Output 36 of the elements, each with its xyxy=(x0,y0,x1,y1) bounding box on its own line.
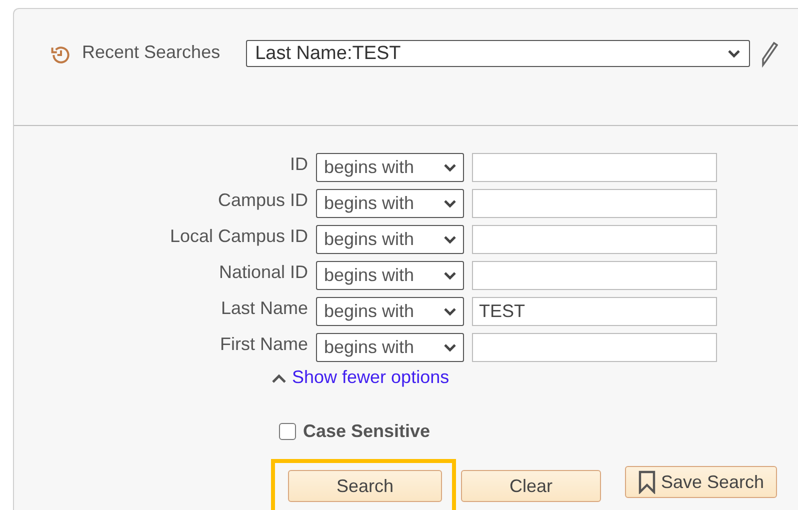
action-button[interactable]: Search xyxy=(288,470,442,502)
chevron-down-icon xyxy=(443,198,457,208)
criteria-input[interactable]: TEST xyxy=(472,297,717,326)
operator-dropdown[interactable]: begins with xyxy=(316,225,464,254)
criteria-input[interactable] xyxy=(472,333,717,362)
field-label: ID xyxy=(289,154,308,175)
criteria-input[interactable] xyxy=(472,225,717,254)
case-sensitive-label: Case Sensitive xyxy=(303,421,430,442)
field-label: Local Campus ID xyxy=(168,226,308,247)
case-sensitive-checkbox[interactable] xyxy=(279,423,296,440)
chevron-down-icon xyxy=(727,48,742,58)
chevron-down-icon xyxy=(443,342,457,352)
field-label: Last Name xyxy=(220,298,308,319)
history-icon xyxy=(50,44,72,66)
chevron-down-icon xyxy=(443,306,457,316)
show-fewer-options-link[interactable]: Show fewer options xyxy=(292,367,450,388)
field-label: First Name xyxy=(218,334,308,355)
operator-dropdown[interactable]: begins with xyxy=(316,189,464,218)
operator-dropdown[interactable]: begins with xyxy=(316,153,464,182)
chevron-down-icon xyxy=(443,270,457,280)
recent-searches-label: Recent Searches xyxy=(82,42,220,63)
recent-searches-dropdown[interactable]: Last Name:TEST xyxy=(246,40,750,67)
pencil-icon[interactable] xyxy=(760,40,778,68)
action-button[interactable]: Clear xyxy=(461,470,601,502)
chevron-down-icon xyxy=(443,162,457,172)
save-search-button[interactable]: Save Search xyxy=(625,466,777,498)
field-label: Campus ID xyxy=(216,190,308,211)
operator-dropdown[interactable]: begins with xyxy=(316,261,464,290)
field-label: National ID xyxy=(218,262,308,283)
operator-dropdown[interactable]: begins with xyxy=(316,333,464,362)
criteria-input[interactable] xyxy=(472,261,717,290)
operator-dropdown[interactable]: begins with xyxy=(316,297,464,326)
chevron-down-icon xyxy=(443,234,457,244)
bookmark-icon xyxy=(638,470,656,494)
criteria-input[interactable] xyxy=(472,153,717,182)
criteria-input[interactable] xyxy=(472,189,717,218)
